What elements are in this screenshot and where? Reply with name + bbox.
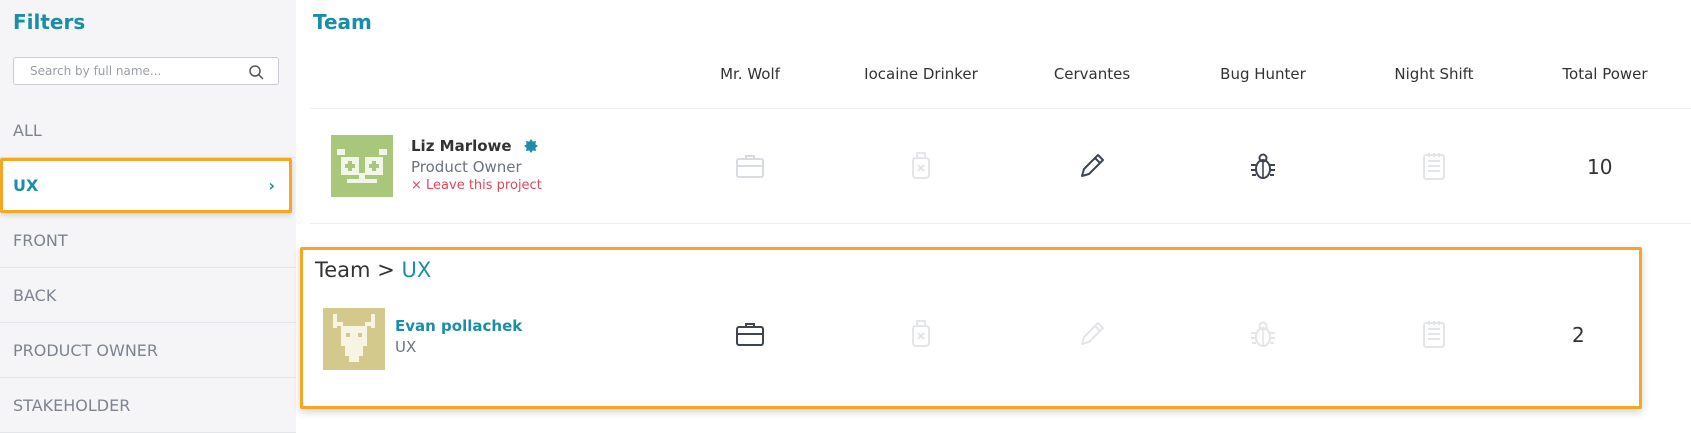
- filter-item-back[interactable]: BACK: [0, 268, 296, 323]
- deer-avatar: [323, 308, 385, 370]
- row-divider: [310, 223, 1691, 224]
- column-header-night-shift: Night Shift: [1394, 65, 1474, 83]
- breadcrumb-separator: >: [377, 258, 395, 282]
- column-header-iocaine-drinker: Iocaine Drinker: [864, 65, 978, 83]
- bug-icon[interactable]: [1247, 318, 1279, 350]
- verified-badge-icon: [524, 139, 538, 153]
- column-header-total-power: Total Power: [1562, 65, 1648, 83]
- total-power-value: 10: [1587, 155, 1613, 179]
- column-header-bug-hunter: Bug Hunter: [1220, 65, 1306, 83]
- filter-label: BACK: [13, 286, 57, 305]
- column-header-cervantes: Cervantes: [1053, 65, 1131, 83]
- filter-list: ALL UX › FRONT BACK PRODUCT OWNER STAKEHO…: [0, 103, 296, 433]
- notepad-icon[interactable]: [1418, 150, 1450, 182]
- poison-bottle-icon[interactable]: [905, 150, 937, 182]
- filters-sidebar: Filters ALL UX › FRONT BACK PRODUCT OWNER…: [0, 0, 296, 433]
- filter-item-ux[interactable]: UX ›: [0, 158, 292, 213]
- chevron-right-icon: ›: [268, 176, 275, 195]
- search-input[interactable]: [14, 58, 236, 84]
- member-name[interactable]: Liz Marlowe: [411, 137, 512, 155]
- filter-label: PRODUCT OWNER: [13, 341, 159, 360]
- member-name[interactable]: Evan pollachek: [395, 317, 522, 335]
- breadcrumb-root[interactable]: Team: [315, 258, 371, 282]
- pencil-icon[interactable]: [1076, 150, 1108, 182]
- page-title: Team: [313, 10, 372, 34]
- filtered-team-panel: Team > UX Evan pollachek UX 2: [300, 247, 1642, 409]
- bug-icon[interactable]: [1247, 150, 1279, 182]
- briefcase-icon[interactable]: [734, 318, 766, 350]
- pencil-icon[interactable]: [1076, 318, 1108, 350]
- briefcase-icon[interactable]: [734, 150, 766, 182]
- filter-item-front[interactable]: FRONT: [0, 213, 296, 268]
- breadcrumb: Team > UX: [315, 258, 431, 282]
- filter-label: STAKEHOLDER: [13, 396, 131, 415]
- search-icon[interactable]: [248, 64, 264, 80]
- notepad-icon[interactable]: [1418, 318, 1450, 350]
- leave-project-link[interactable]: × Leave this project: [411, 178, 542, 193]
- poison-bottle-icon[interactable]: [905, 318, 937, 350]
- member-role: UX: [395, 338, 417, 356]
- filters-title: Filters: [13, 10, 86, 34]
- filter-item-all[interactable]: ALL: [0, 103, 296, 158]
- filter-label: ALL: [13, 121, 42, 140]
- row-divider: [310, 108, 1691, 109]
- owl-avatar: [331, 135, 393, 197]
- total-power-value: 2: [1572, 323, 1585, 347]
- filter-label: UX: [13, 176, 39, 195]
- search-box[interactable]: [13, 57, 279, 85]
- breadcrumb-current: UX: [401, 258, 432, 282]
- filter-item-product-owner[interactable]: PRODUCT OWNER: [0, 323, 296, 378]
- filter-label: FRONT: [13, 231, 68, 250]
- filter-item-stakeholder[interactable]: STAKEHOLDER: [0, 378, 296, 433]
- member-role: Product Owner: [411, 158, 522, 176]
- column-header-mr-wolf: Mr. Wolf: [720, 65, 780, 83]
